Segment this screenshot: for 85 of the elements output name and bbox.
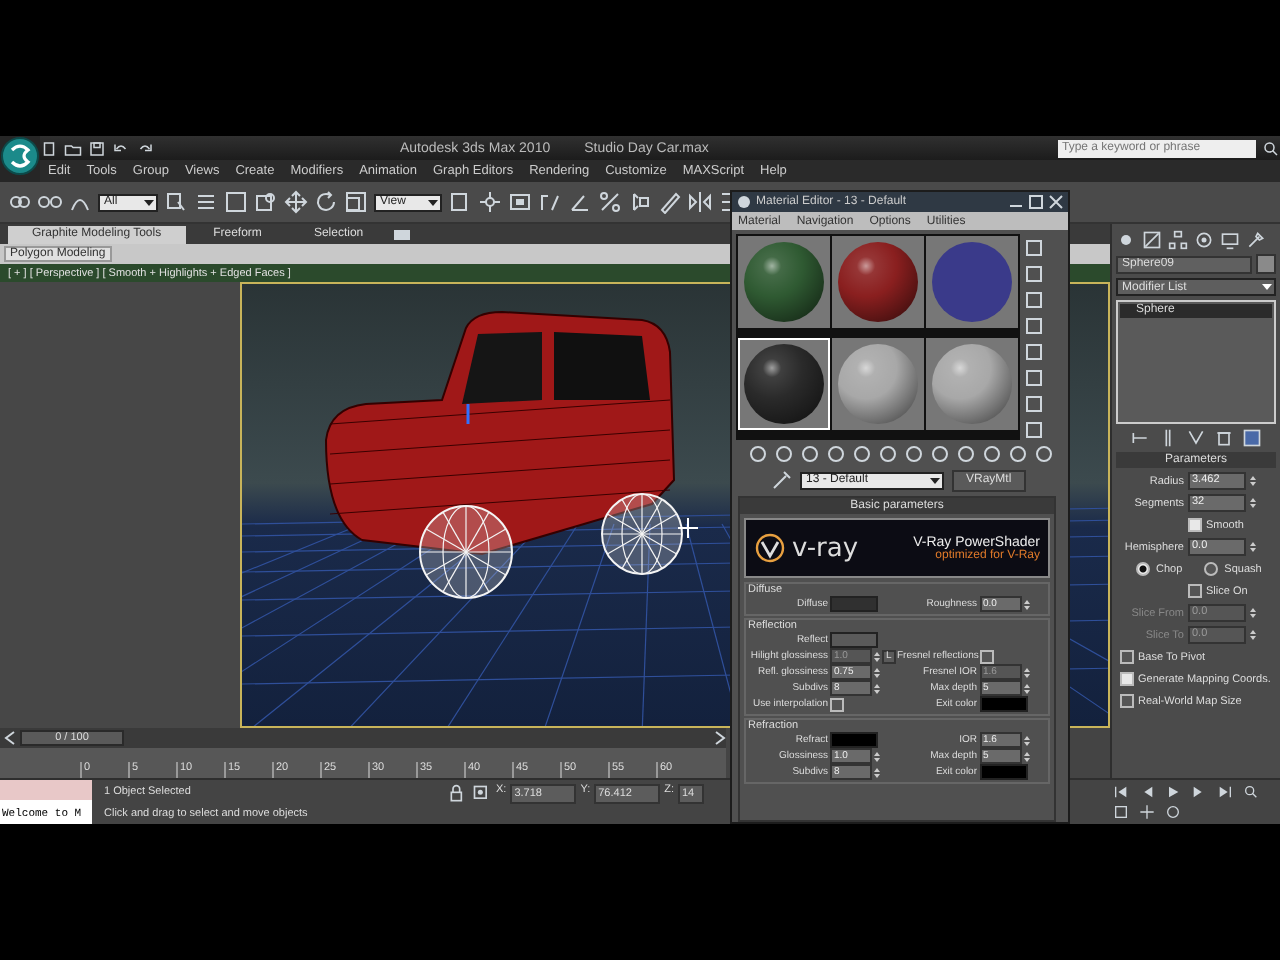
radio-button[interactable] — [1136, 562, 1150, 576]
percent-snap-icon[interactable] — [598, 190, 622, 214]
maxscript-listener-field[interactable] — [0, 780, 92, 800]
select-object-icon[interactable] — [164, 190, 188, 214]
absolute-mode-icon[interactable] — [472, 784, 492, 804]
slider-right-icon[interactable] — [714, 730, 726, 746]
keyboard-icon[interactable] — [508, 190, 532, 214]
checkbox[interactable] — [1120, 672, 1134, 686]
close-icon[interactable] — [1048, 194, 1064, 210]
checkbox[interactable] — [1120, 650, 1134, 664]
spinner-arrows-icon[interactable] — [1023, 749, 1029, 763]
spinner-arrows-icon[interactable] — [1250, 606, 1256, 620]
pin-stack-icon[interactable] — [1130, 428, 1150, 448]
radio-button[interactable] — [1204, 562, 1219, 576]
color-swatch[interactable] — [979, 764, 1027, 780]
spinner-arrows-icon[interactable] — [874, 681, 880, 695]
checkbox[interactable] — [1120, 694, 1134, 708]
spinner-arrows-icon[interactable] — [1023, 597, 1029, 611]
window-crossing-icon[interactable] — [254, 190, 278, 214]
spinner-arrows-icon[interactable] — [874, 765, 880, 779]
go-to-start-icon[interactable] — [1110, 784, 1132, 800]
scale-icon[interactable] — [344, 190, 368, 214]
new-file-icon[interactable] — [40, 139, 58, 157]
angle-snap-icon[interactable] — [568, 190, 592, 214]
rectangle-selection-icon[interactable] — [224, 190, 248, 214]
spinner-arrows-icon[interactable] — [1023, 665, 1029, 679]
app-logo-icon[interactable] — [0, 136, 40, 176]
vray-logo-text: v-ray — [792, 533, 859, 563]
select-by-name-icon[interactable] — [194, 190, 218, 214]
spinner-arrows-icon[interactable] — [1250, 540, 1256, 554]
lock-icon[interactable] — [448, 784, 468, 804]
move-icon[interactable] — [284, 190, 308, 214]
spinner-arrows-icon[interactable] — [1250, 474, 1256, 488]
save-icon[interactable] — [88, 139, 106, 157]
mirror-icon[interactable] — [688, 190, 712, 214]
pan-icon[interactable] — [1136, 804, 1158, 820]
spinner-arrows-icon[interactable] — [1250, 496, 1256, 510]
folder-icon[interactable] — [64, 139, 82, 157]
snap-icon[interactable] — [538, 190, 562, 214]
trash-icon[interactable] — [1214, 428, 1234, 448]
caret-icon[interactable] — [144, 197, 154, 207]
checkbox[interactable] — [1188, 518, 1202, 532]
pencil-icon[interactable] — [658, 190, 682, 214]
orbit-icon[interactable] — [1162, 804, 1184, 820]
configure-modifier-sets-icon[interactable] — [1242, 428, 1262, 448]
spinner-arrows-icon[interactable] — [874, 649, 880, 663]
color-swatch[interactable] — [979, 696, 1027, 712]
modify-tab-icon[interactable] — [1142, 230, 1162, 250]
motion-tab-icon[interactable] — [1194, 230, 1214, 250]
manipulate-icon[interactable] — [478, 190, 502, 214]
spinner-arrows-icon[interactable] — [1250, 628, 1256, 642]
maximize-icon[interactable] — [1028, 194, 1044, 210]
cursor-icon — [677, 517, 699, 539]
go-to-end-icon[interactable] — [1214, 784, 1236, 800]
object-color-swatch[interactable] — [1256, 254, 1276, 274]
zoom-icon[interactable] — [1240, 784, 1262, 800]
sphere-tab-icon[interactable] — [1116, 230, 1136, 250]
checkbox[interactable] — [830, 697, 844, 711]
search-icon[interactable] — [1262, 139, 1280, 157]
color-swatch[interactable] — [830, 596, 878, 612]
zoom-extents-icon[interactable] — [1110, 804, 1132, 820]
hammer-icon[interactable] — [1246, 230, 1266, 250]
redo-icon[interactable] — [136, 139, 154, 157]
spinner-arrows-icon[interactable] — [874, 665, 880, 679]
hierarchy-tab-icon[interactable] — [1168, 230, 1188, 250]
caret-icon[interactable] — [1262, 282, 1272, 292]
caret-icon[interactable] — [428, 197, 438, 207]
minimize-ribbon-icon[interactable] — [391, 225, 412, 243]
color-swatch[interactable] — [830, 732, 878, 748]
spheres-icon[interactable] — [736, 194, 752, 210]
undo-icon[interactable] — [112, 139, 130, 157]
checkbox[interactable] — [1188, 584, 1202, 598]
spinner-arrows-icon[interactable] — [1023, 681, 1029, 695]
vray-logo-icon[interactable] — [754, 532, 786, 564]
display-tab-icon[interactable] — [1220, 230, 1240, 250]
checkbox[interactable] — [979, 649, 993, 663]
rotate-icon[interactable] — [314, 190, 338, 214]
link-icon[interactable] — [8, 190, 32, 214]
spinner-arrows-icon[interactable] — [1023, 733, 1029, 747]
caret-icon[interactable] — [930, 475, 940, 485]
unlink-icon[interactable] — [38, 190, 62, 214]
color-swatch[interactable] — [830, 632, 878, 648]
eyedropper-icon[interactable] — [772, 470, 792, 490]
slider-left-icon[interactable] — [4, 730, 16, 746]
spinner-arrows-icon[interactable] — [874, 749, 880, 763]
